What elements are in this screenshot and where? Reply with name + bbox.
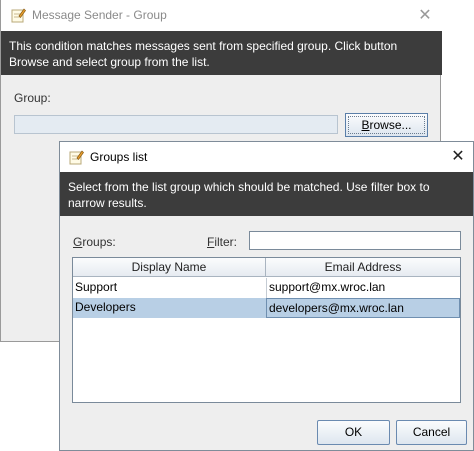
close-icon[interactable]: ✕	[415, 6, 435, 26]
cell-display-name: Support	[75, 280, 118, 294]
cancel-button[interactable]: Cancel	[396, 420, 467, 445]
background-titlebar[interactable]: Message Sender - Group ✕	[1, 0, 442, 31]
close-icon[interactable]: ✕	[448, 147, 468, 167]
groups-list-dialog: Groups list ✕ Select from the list group…	[59, 141, 474, 451]
column-header-email-address[interactable]: Email Address	[266, 258, 460, 277]
table-row-selected[interactable]: Developers developers@mx.wroc.lan	[73, 298, 460, 318]
column-header-display-name[interactable]: Display Name	[73, 258, 266, 277]
dialog-title: Groups list	[90, 150, 148, 164]
background-description-banner: This condition matches messages sent fro…	[1, 31, 442, 75]
group-field[interactable]	[14, 115, 338, 134]
filter-input[interactable]	[249, 231, 461, 250]
ok-button[interactable]: OK	[317, 420, 390, 445]
group-label: Group:	[14, 91, 51, 105]
cell-email-address: developers@mx.wroc.lan	[266, 298, 460, 318]
browse-button[interactable]: Browse...	[345, 113, 428, 137]
cell-email-address: support@mx.wroc.lan	[266, 278, 460, 298]
groups-label: Groups:	[73, 235, 116, 249]
notepad-pencil-icon	[10, 7, 26, 23]
browse-button-label: Browse...	[361, 118, 412, 132]
background-window-title: Message Sender - Group	[32, 8, 167, 22]
table-row[interactable]: Support support@mx.wroc.lan	[73, 278, 460, 298]
groups-table[interactable]: Display Name Email Address Support suppo…	[72, 257, 461, 403]
cell-display-name: Developers	[75, 300, 136, 314]
filter-label: Filter:	[207, 235, 238, 249]
notepad-pencil-icon	[68, 149, 84, 165]
dialog-titlebar[interactable]: Groups list ✕	[60, 142, 473, 172]
dialog-description-banner: Select from the list group which should …	[60, 172, 473, 216]
